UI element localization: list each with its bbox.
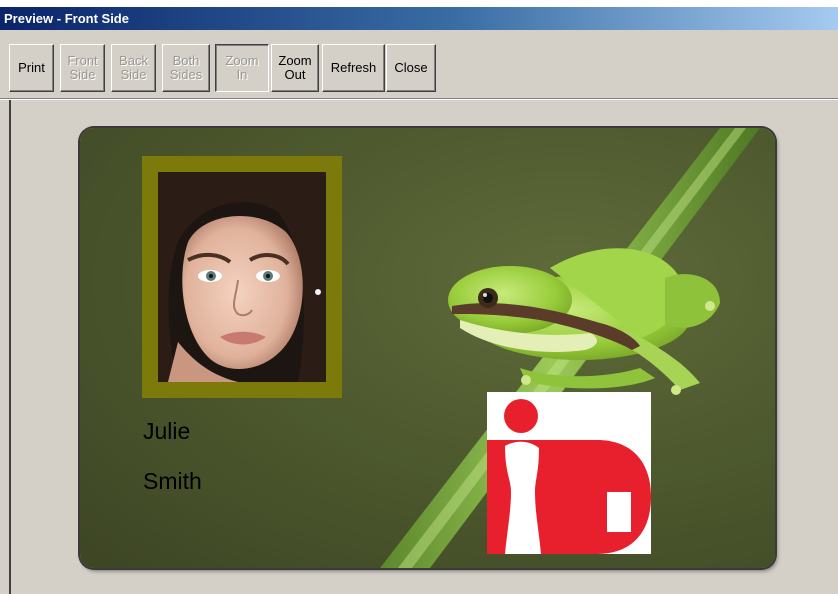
window-title: Preview - Front Side xyxy=(4,11,129,26)
portrait-photo xyxy=(158,172,326,382)
id-card-front: Julie Smith xyxy=(80,128,775,568)
photo-frame xyxy=(142,156,342,398)
refresh-button-label: Refresh xyxy=(330,60,377,75)
front-side-button[interactable]: Front Side xyxy=(60,44,105,92)
close-button[interactable]: Close xyxy=(386,44,436,92)
screen-top-strip xyxy=(0,0,838,7)
zoom-out-button[interactable]: Zoom Out xyxy=(271,44,319,92)
window-title-bar[interactable]: Preview - Front Side xyxy=(0,7,838,30)
print-button[interactable]: Print xyxy=(9,44,54,92)
back-side-button[interactable]: Back Side xyxy=(111,44,156,92)
zoom-in-button[interactable]: Zoom In xyxy=(215,44,269,92)
refresh-button[interactable]: Refresh xyxy=(322,44,385,92)
close-button-label: Close xyxy=(394,60,428,75)
last-name-label: Smith xyxy=(143,468,202,494)
back-side-button-label: Back Side xyxy=(119,53,148,82)
both-sides-button[interactable]: Both Sides xyxy=(162,44,210,92)
zoom-out-button-label: Zoom Out xyxy=(278,53,312,82)
both-sides-button-label: Both Sides xyxy=(169,53,203,82)
print-button-label: Print xyxy=(18,60,45,75)
zoom-in-button-label: Zoom In xyxy=(225,53,259,82)
id-logo xyxy=(487,392,651,554)
first-name-label: Julie xyxy=(143,418,191,444)
front-side-button-label: Front Side xyxy=(67,53,98,82)
